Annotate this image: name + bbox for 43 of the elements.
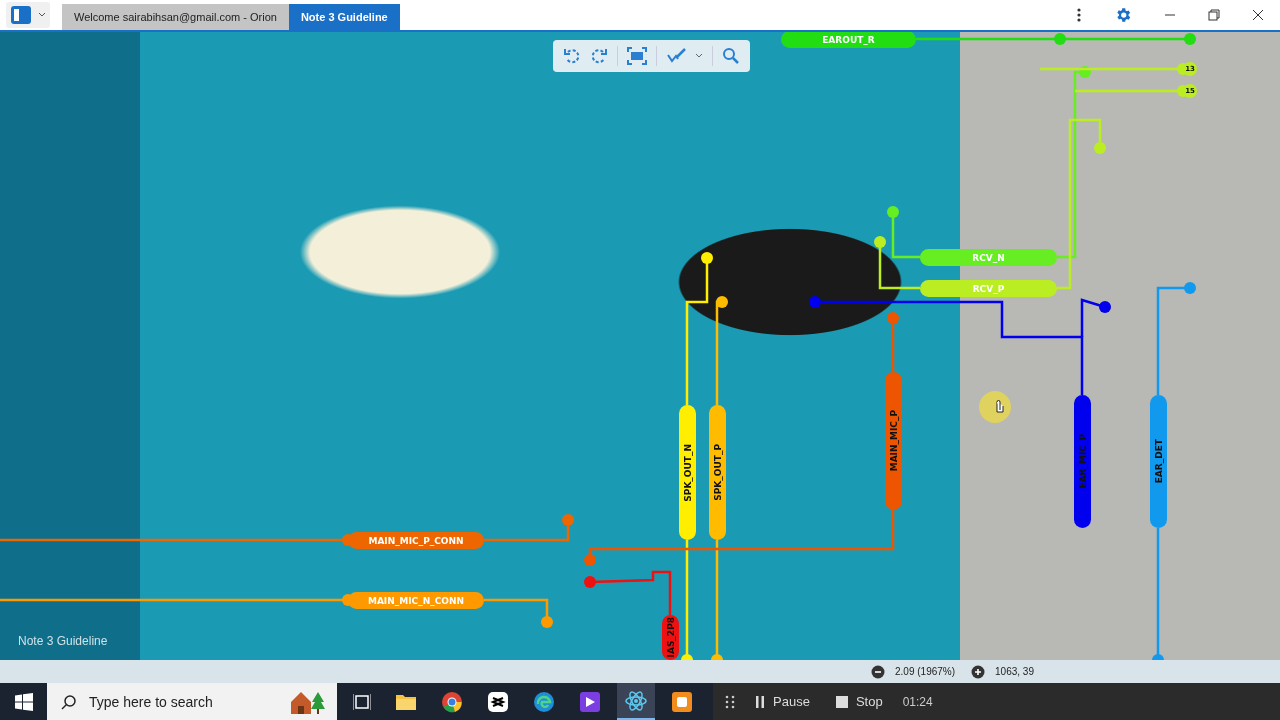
pause-button[interactable]: Pause	[749, 690, 816, 713]
panel-icon	[10, 5, 32, 25]
rotate-right-icon[interactable]	[590, 47, 608, 65]
atom-icon	[625, 689, 647, 712]
net-label[interactable]: MAIN_MIC_P_CONN	[348, 532, 484, 549]
task-view-icon[interactable]	[353, 692, 371, 711]
edge-browser-icon[interactable]	[533, 690, 555, 713]
cursor-coordinates: 1063, 39	[995, 666, 1034, 677]
search-bar[interactable]: Type here to search	[47, 683, 337, 720]
zoom-level: 2.09 (1967%)	[895, 666, 956, 677]
caret-icon[interactable]	[695, 53, 703, 59]
more-icon[interactable]	[1076, 7, 1082, 23]
net-label[interactable]: IAS_2P8	[662, 615, 679, 660]
rotate-left-icon[interactable]	[563, 47, 581, 65]
stop-button[interactable]: Stop	[829, 690, 889, 713]
settings-icon[interactable]	[1114, 6, 1132, 24]
recording-time: 01:24	[902, 694, 933, 709]
drag-handle-icon[interactable]	[725, 693, 735, 710]
zoom-in-icon[interactable]	[971, 664, 986, 679]
app-menu-button[interactable]	[6, 2, 50, 28]
board-name-label: Note 3 Guideline	[18, 634, 108, 648]
media-app-icon[interactable]	[579, 690, 601, 713]
folder-icon[interactable]	[395, 692, 417, 711]
net-label[interactable]: EAR_DET	[1150, 395, 1167, 528]
net-label[interactable]: MAIN_MIC_P	[885, 372, 902, 510]
restore-icon[interactable]	[1208, 9, 1220, 21]
tab[interactable]: Welcome sairabihsan@gmail.com - Orion	[62, 4, 289, 30]
video-editor-icon[interactable]	[487, 690, 509, 713]
tab[interactable]: Note 3 Guideline	[288, 4, 400, 30]
windows-start-icon[interactable]	[15, 692, 33, 711]
net-label[interactable]: SPK_OUT_P	[709, 405, 726, 540]
net-label[interactable]: SPK_OUT_N	[679, 405, 696, 540]
browser-icon[interactable]	[441, 690, 463, 713]
zoom-out-icon[interactable]	[871, 664, 885, 679]
pause-icon	[755, 695, 765, 708]
search-input[interactable]: Type here to search	[87, 692, 277, 711]
fit-screen-icon[interactable]	[627, 47, 647, 65]
stop-icon	[835, 695, 848, 708]
search-icon	[61, 693, 77, 710]
recorder-app-icon[interactable]	[671, 690, 693, 713]
close-icon[interactable]	[1252, 9, 1264, 21]
search-icon[interactable]	[722, 47, 740, 65]
caret-icon	[38, 12, 46, 18]
